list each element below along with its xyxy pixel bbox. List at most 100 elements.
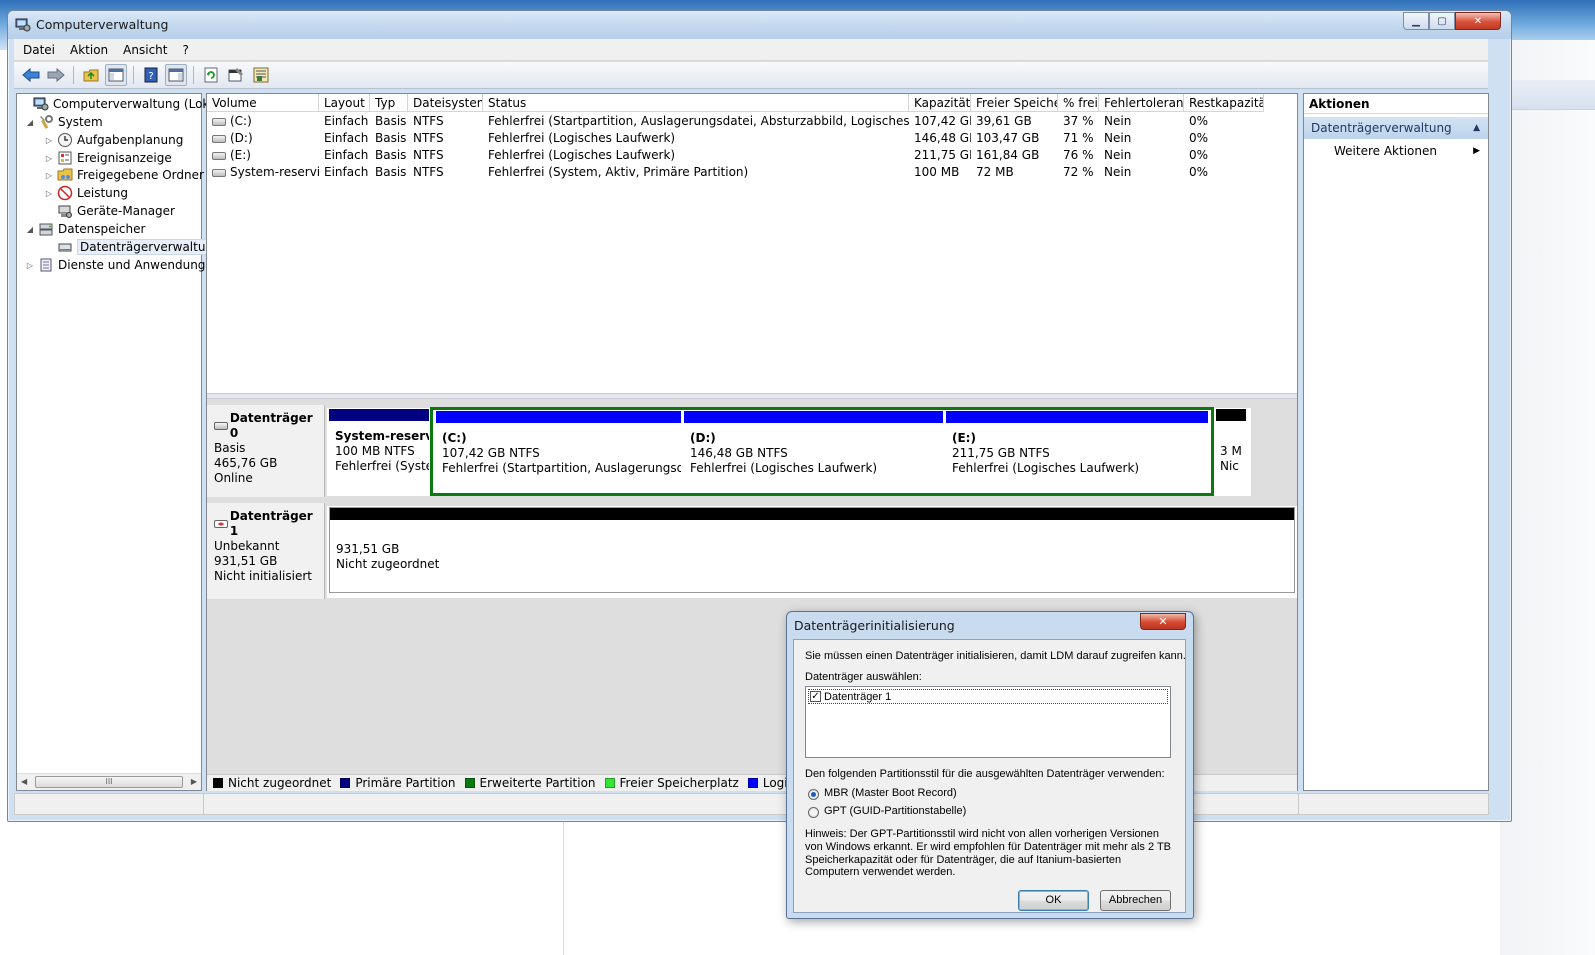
partition-e[interactable]: (E:) 211,75 GB NTFS Fehlerfrei (Logisches … [946, 411, 1208, 491]
tree-horizontal-scrollbar[interactable]: ◀ III ▶ [17, 773, 201, 790]
fault-tolerance-cell: Nein [1104, 114, 1132, 128]
minimize-button[interactable]: ▁ [1403, 12, 1429, 30]
back-button[interactable] [20, 64, 42, 86]
column-restkapazitaet[interactable]: Restkapazität [1184, 94, 1264, 112]
tree-item-label: Datenträgerverwaltung [77, 239, 224, 255]
help-button[interactable]: ? [140, 64, 162, 86]
tree-item-geraete-manager[interactable]: Geräte-Manager [44, 202, 175, 220]
column-freier-speicher[interactable]: Freier Speicher [971, 94, 1058, 112]
weitere-aktionen-link[interactable]: Weitere Aktionen ▶ [1304, 139, 1488, 163]
legend-item: Primäre Partition [340, 776, 456, 790]
capacity-cell: 107,42 GB [914, 114, 971, 128]
show-hide-action-pane-button[interactable] [165, 64, 187, 86]
column-dateisystem[interactable]: Dateisystem [408, 94, 483, 112]
layout-cell: Einfach [324, 114, 369, 128]
logical-drive-bar [436, 411, 681, 423]
computer-management-window: Computerverwaltung ▁ ▢ ✕ Datei Aktion An… [7, 10, 1512, 822]
tree-item-label: Leistung [77, 186, 128, 200]
capacity-cell: 146,48 GB [914, 131, 971, 145]
disk-checkbox[interactable]: ✓ [810, 691, 821, 702]
volume-row[interactable]: (C:) Einfach Basis NTFS Fehlerfrei (Star… [207, 113, 1264, 130]
disk-1-label[interactable]: Datenträger 1 Unbekannt 931,51 GB Nicht … [207, 503, 325, 599]
percent-free-cell: 37 % [1063, 114, 1094, 128]
mbr-radio[interactable] [808, 789, 819, 800]
tree-item-dienste-und-anwendungen[interactable]: ▷ Dienste und Anwendungen [25, 256, 221, 274]
export-list-icon [253, 67, 269, 83]
tree-item-datenspeicher[interactable]: ◢ Datenspeicher [25, 220, 145, 238]
menu-datei[interactable]: Datei [14, 43, 61, 57]
partition-unallocated-small[interactable]: 3 M Nic [1216, 409, 1246, 493]
status-cell: Fehlerfrei (Logisches Laufwerk) [488, 131, 676, 145]
disk-list-item[interactable]: ✓ Datenträger 1 [808, 689, 1168, 704]
filesystem-cell: NTFS [413, 114, 444, 128]
dialog-close-button[interactable]: ✕ [1140, 613, 1186, 630]
tree-expander[interactable]: ◢ [25, 225, 35, 234]
show-hide-tree-button[interactable] [105, 64, 127, 86]
partition-title: (D:) [690, 431, 716, 445]
partition-status: Fehlerfrei (Startpartition, Auslagerungs… [442, 461, 681, 475]
column-status[interactable]: Status [483, 94, 909, 112]
refresh-button[interactable] [200, 64, 222, 86]
gpt-option-label[interactable]: GPT (GUID-Partitionstabelle) [824, 805, 966, 817]
scroll-thumb[interactable]: III [35, 776, 183, 788]
properties-button[interactable] [225, 64, 247, 86]
services-icon [40, 258, 52, 272]
volume-row[interactable]: (E:) Einfach Basis NTFS Fehlerfrei (Logi… [207, 147, 1264, 164]
column-typ[interactable]: Typ [370, 94, 408, 112]
ok-button[interactable]: OK [1018, 890, 1089, 911]
menu-help[interactable]: ? [173, 43, 194, 57]
partition-title: System-reservi [335, 429, 429, 443]
column-volume[interactable]: Volume [207, 94, 319, 112]
tree-expander[interactable]: ▷ [44, 189, 54, 198]
tree-item-aufgabenplanung[interactable]: ▷ Aufgabenplanung [44, 131, 183, 149]
gpt-radio[interactable] [808, 807, 819, 818]
maximize-button[interactable]: ▢ [1429, 12, 1455, 30]
gpt-hint: Hinweis: Der GPT-Partitionsstil wird nic… [805, 828, 1172, 879]
partition-c[interactable]: (C:) 107,42 GB NTFS Fehlerfrei (Startparti… [436, 411, 681, 491]
cancel-button[interactable]: Abbrechen [1100, 890, 1171, 911]
export-button[interactable] [250, 64, 272, 86]
tree-expander[interactable]: ▷ [25, 261, 35, 270]
partition-unallocated[interactable]: 931,51 GB Nicht zugeordnet [329, 507, 1295, 593]
tree-item-leistung[interactable]: ▷ Leistung [44, 184, 128, 202]
tree-item-computerverwaltung[interactable]: Computerverwaltung (Lokal) [20, 95, 225, 113]
console-tree-icon [108, 68, 124, 82]
tree-expander[interactable]: ▷ [44, 171, 54, 180]
menu-aktion[interactable]: Aktion [61, 43, 114, 57]
storage-icon [39, 223, 53, 236]
menu-ansicht[interactable]: Ansicht [114, 43, 173, 57]
mbr-option-label[interactable]: MBR (Master Boot Record) [824, 787, 957, 799]
legend-swatch [213, 778, 223, 788]
tree-expander[interactable]: ◢ [25, 118, 35, 127]
close-button[interactable]: ✕ [1455, 12, 1501, 30]
column-kapazitaet[interactable]: Kapazität [909, 94, 971, 112]
title-bar[interactable]: Computerverwaltung ▁ ▢ ✕ [8, 11, 1511, 39]
column-fehlertoleranz[interactable]: Fehlertoleranz [1099, 94, 1184, 112]
partition-d[interactable]: (D:) 146,48 GB NTFS Fehlerfrei (Logisches … [684, 411, 943, 491]
tree-item-label: Geräte-Manager [77, 204, 175, 218]
collapse-icon[interactable]: ▲ [1473, 117, 1480, 139]
disk-icon [214, 422, 228, 430]
volume-row[interactable]: (D:) Einfach Basis NTFS Fehlerfrei (Logi… [207, 130, 1264, 147]
partition-status: Fehlerfrei (Logisches Laufwerk) [690, 461, 878, 475]
column-layout[interactable]: Layout [319, 94, 370, 112]
tree-item-datentraegerverwaltung[interactable]: Datenträgerverwaltung [44, 238, 224, 256]
tree-item-system[interactable]: ◢ System [25, 113, 103, 131]
disk-0-label[interactable]: Datenträger 0 Basis 465,76 GB Online [207, 405, 325, 497]
forward-button[interactable] [45, 64, 67, 86]
partition-system-reserved[interactable]: System-reservi 100 MB NTFS Fehlerfrei (Sys… [329, 409, 429, 493]
volume-cell: System-reserviert [207, 164, 319, 181]
actions-section-datentraegerverwaltung[interactable]: Datenträgerverwaltung ▲ [1304, 117, 1488, 139]
tree-item-freigegebene-ordner[interactable]: ▷ Freigegebene Ordner [44, 166, 204, 184]
tree-expander[interactable]: ▷ [44, 154, 54, 163]
volume-row[interactable]: System-reserviert Einfach Basis NTFS Feh… [207, 164, 1264, 181]
tree-item-ereignisanzeige[interactable]: ▷ Ereignisanzeige [44, 149, 172, 167]
up-level-button[interactable] [80, 64, 102, 86]
unallocated-bar [1216, 409, 1246, 421]
submenu-arrow-icon: ▶ [1473, 146, 1480, 156]
column-prozent-frei[interactable]: % frei [1058, 94, 1099, 112]
scroll-right-icon[interactable]: ▶ [191, 777, 197, 786]
tree-expander[interactable]: ▷ [44, 136, 54, 145]
scroll-left-icon[interactable]: ◀ [21, 777, 27, 786]
disk-select-list[interactable]: ✓ Datenträger 1 [805, 686, 1171, 758]
